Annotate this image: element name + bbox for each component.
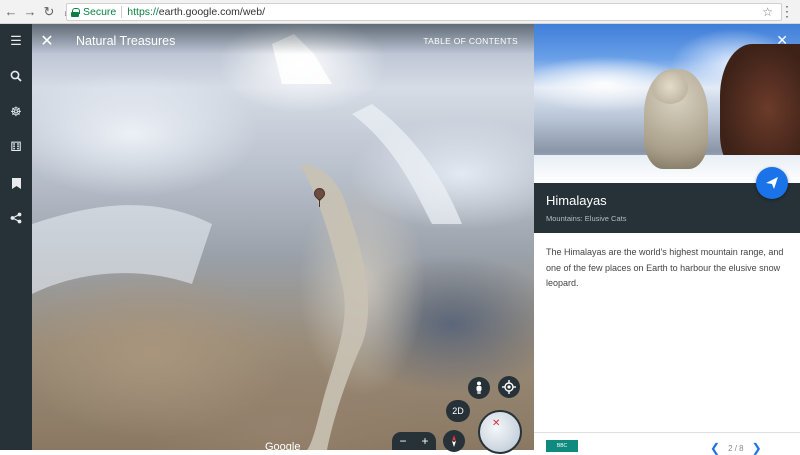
table-of-contents-link[interactable]: TABLE OF CONTENTS — [423, 36, 518, 46]
place-title: Himalayas — [546, 193, 607, 208]
knowledge-card: ✕ Himalayas Mountains: Elusive Cats The … — [534, 24, 800, 455]
zoom-in-button[interactable]: + — [421, 434, 428, 448]
compass-icon[interactable] — [443, 430, 465, 452]
page-indicator: 2 / 8 — [728, 443, 744, 453]
secure-label: Secure — [83, 6, 117, 18]
hero-image: ✕ — [534, 24, 800, 183]
left-rail: ☰ ☸ ⚅ — [0, 24, 32, 450]
zoom-out-button[interactable]: − — [399, 434, 406, 448]
fly-to-button[interactable] — [756, 167, 788, 199]
zoom-controls: − + — [392, 432, 436, 450]
share-icon[interactable] — [0, 206, 32, 230]
pegman-icon[interactable] — [468, 377, 490, 399]
forward-icon[interactable]: → — [22, 4, 38, 20]
browser-toolbar: ← → ↻ ⌂ Secure https:// earth.google.com… — [0, 0, 800, 24]
reload-icon[interactable]: ↻ — [41, 4, 57, 20]
my-location-icon[interactable] — [498, 376, 520, 398]
close-icon[interactable]: ✕ — [32, 24, 62, 58]
prev-page-icon[interactable]: ❮ — [710, 441, 720, 455]
lock-icon — [71, 7, 80, 17]
globe-marker-icon: ✕ — [492, 418, 501, 429]
divider — [121, 6, 123, 18]
bookmark-icon[interactable] — [0, 171, 32, 195]
place-subtitle: Mountains: Elusive Cats — [546, 214, 627, 223]
pager: ❮ 2 / 8 ❯ — [710, 441, 762, 455]
source-logo: BBC — [546, 440, 578, 452]
map-header: ✕ Natural Treasures TABLE OF CONTENTS — [32, 24, 534, 58]
search-icon[interactable] — [0, 64, 32, 88]
back-icon[interactable]: ← — [3, 4, 19, 20]
browser-menu-icon[interactable]: ⋮ — [780, 3, 794, 19]
valley-terrain — [32, 34, 462, 450]
divider — [534, 432, 800, 433]
google-attribution: Google — [265, 441, 301, 453]
place-description: The Himalayas are the world's highest mo… — [546, 247, 784, 288]
voyager-icon[interactable]: ☸ — [0, 100, 32, 124]
url-text: earth.google.com/web/ — [158, 6, 266, 18]
story-title: Natural Treasures — [76, 34, 176, 48]
next-page-icon[interactable]: ❯ — [752, 441, 762, 455]
url-scheme: https:// — [127, 6, 159, 18]
dice-icon[interactable]: ⚅ — [0, 135, 32, 159]
globe-overview-icon[interactable] — [478, 410, 522, 454]
snow-leopard-head — [652, 72, 688, 104]
earth-map-view[interactable] — [32, 24, 534, 450]
bookmark-star-icon[interactable]: ☆ — [762, 5, 773, 19]
pin-stem — [319, 199, 320, 207]
close-panel-icon[interactable]: ✕ — [776, 32, 788, 49]
toggle-2d-button[interactable]: 2D — [446, 400, 470, 422]
menu-icon[interactable]: ☰ — [0, 29, 32, 53]
address-bar[interactable]: Secure https:// earth.google.com/web/ ☆ — [66, 3, 782, 21]
